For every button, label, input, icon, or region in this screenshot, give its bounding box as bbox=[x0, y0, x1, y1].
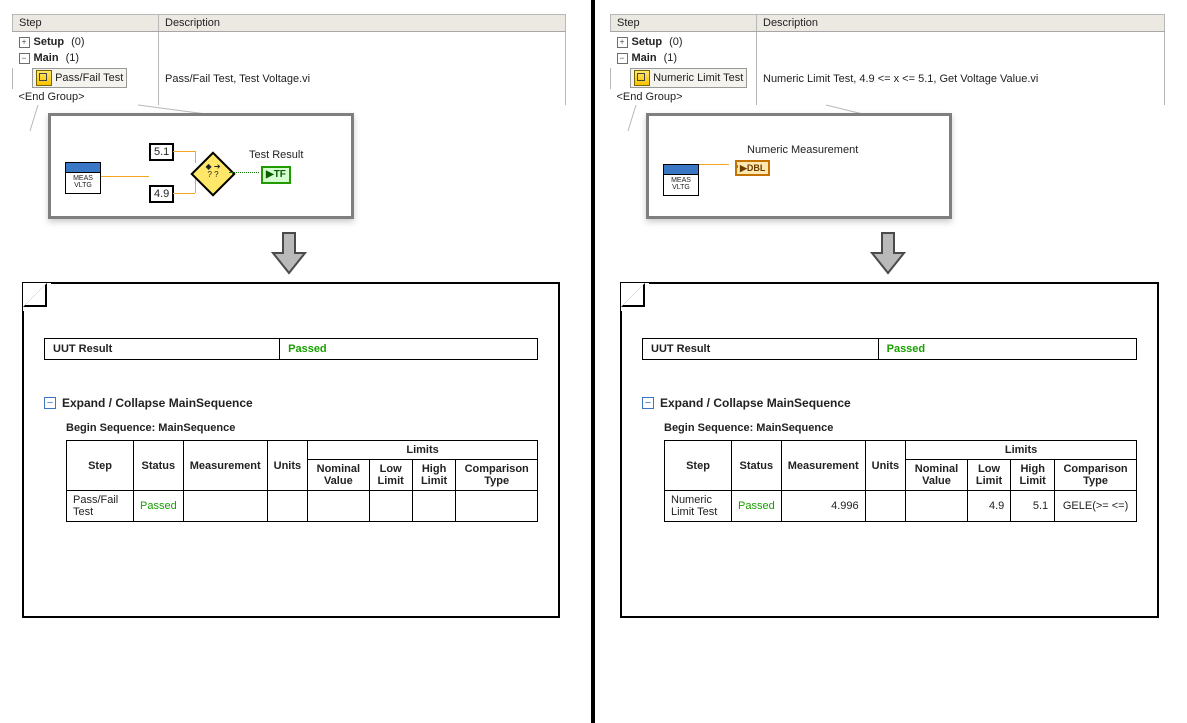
table-row[interactable]: Numeric Limit Test Passed 4.996 4.9 5.1 … bbox=[665, 491, 1137, 522]
down-arrow-icon bbox=[610, 231, 1165, 278]
report-right: UUT Result Passed Expand / Collapse Main… bbox=[620, 282, 1159, 618]
col-step[interactable]: Step bbox=[611, 15, 757, 32]
sequence-view-left: Step Description Setup (0) Main (1) bbox=[12, 14, 566, 105]
collapse-icon[interactable] bbox=[617, 53, 628, 64]
lower-limit-const: 4.9 bbox=[149, 185, 174, 203]
begin-sequence: Begin Sequence: MainSequence bbox=[664, 422, 1137, 434]
page-fold-icon bbox=[23, 283, 51, 311]
vi-icon bbox=[634, 70, 650, 86]
collapse-button[interactable] bbox=[44, 397, 56, 409]
collapse-icon[interactable] bbox=[19, 53, 30, 64]
down-arrow-icon bbox=[12, 231, 566, 278]
col-description[interactable]: Description bbox=[159, 15, 566, 32]
step-desc: Pass/Fail Test, Test Voltage.vi bbox=[159, 68, 566, 89]
end-group: <End Group> bbox=[13, 89, 159, 105]
dbl-indicator: ▶DBL bbox=[735, 160, 770, 176]
labview-diagram-left: MEAS VLTG 5.1 4.9 ◆ ➔? ? Test Result ▶TF bbox=[48, 113, 354, 219]
upper-limit-const: 5.1 bbox=[149, 143, 174, 161]
expand-collapse-title[interactable]: Expand / Collapse MainSequence bbox=[62, 396, 253, 410]
uut-result-table: UUT Result Passed bbox=[642, 338, 1137, 360]
end-group: <End Group> bbox=[611, 89, 757, 105]
step-passfail[interactable]: Pass/Fail Test bbox=[32, 68, 127, 88]
tf-indicator: ▶TF bbox=[261, 166, 291, 184]
begin-sequence: Begin Sequence: MainSequence bbox=[66, 422, 538, 434]
tree-main[interactable]: Main (1) bbox=[617, 50, 751, 66]
step-desc: Numeric Limit Test, 4.9 <= x <= 5.1, Get… bbox=[757, 68, 1165, 89]
tree-setup[interactable]: Setup (0) bbox=[19, 34, 153, 50]
in-range-comparator: ◆ ➔? ? bbox=[190, 151, 235, 196]
table-row[interactable]: Pass/Fail Test Passed bbox=[67, 491, 538, 522]
tree-setup[interactable]: Setup (0) bbox=[617, 34, 751, 50]
meas-vltg-node: MEAS VLTG bbox=[663, 164, 699, 196]
col-step[interactable]: Step bbox=[13, 15, 159, 32]
tree-main[interactable]: Main (1) bbox=[19, 50, 153, 66]
expand-icon[interactable] bbox=[19, 37, 30, 48]
vertical-divider bbox=[591, 0, 595, 723]
expand-icon[interactable] bbox=[617, 37, 628, 48]
col-description[interactable]: Description bbox=[757, 15, 1165, 32]
collapse-button[interactable] bbox=[642, 397, 654, 409]
vi-icon bbox=[36, 70, 52, 86]
sequence-view-right: Step Description Setup (0) Main (1) bbox=[610, 14, 1165, 105]
test-result-label: Test Result bbox=[249, 149, 303, 161]
step-numeric-limit[interactable]: Numeric Limit Test bbox=[630, 68, 747, 88]
expand-collapse-title[interactable]: Expand / Collapse MainSequence bbox=[660, 396, 851, 410]
meas-vltg-node: MEAS VLTG bbox=[65, 162, 101, 194]
page-fold-icon bbox=[621, 283, 649, 311]
result-table-left: Step Status Measurement Units Limits Nom… bbox=[66, 440, 538, 522]
labview-diagram-right: MEAS VLTG Numeric Measurement ▶DBL bbox=[646, 113, 952, 219]
report-left: UUT Result Passed Expand / Collapse Main… bbox=[22, 282, 560, 618]
result-table-right: Step Status Measurement Units Limits Nom… bbox=[664, 440, 1137, 522]
numeric-measurement-label: Numeric Measurement bbox=[747, 144, 858, 156]
uut-result-table: UUT Result Passed bbox=[44, 338, 538, 360]
